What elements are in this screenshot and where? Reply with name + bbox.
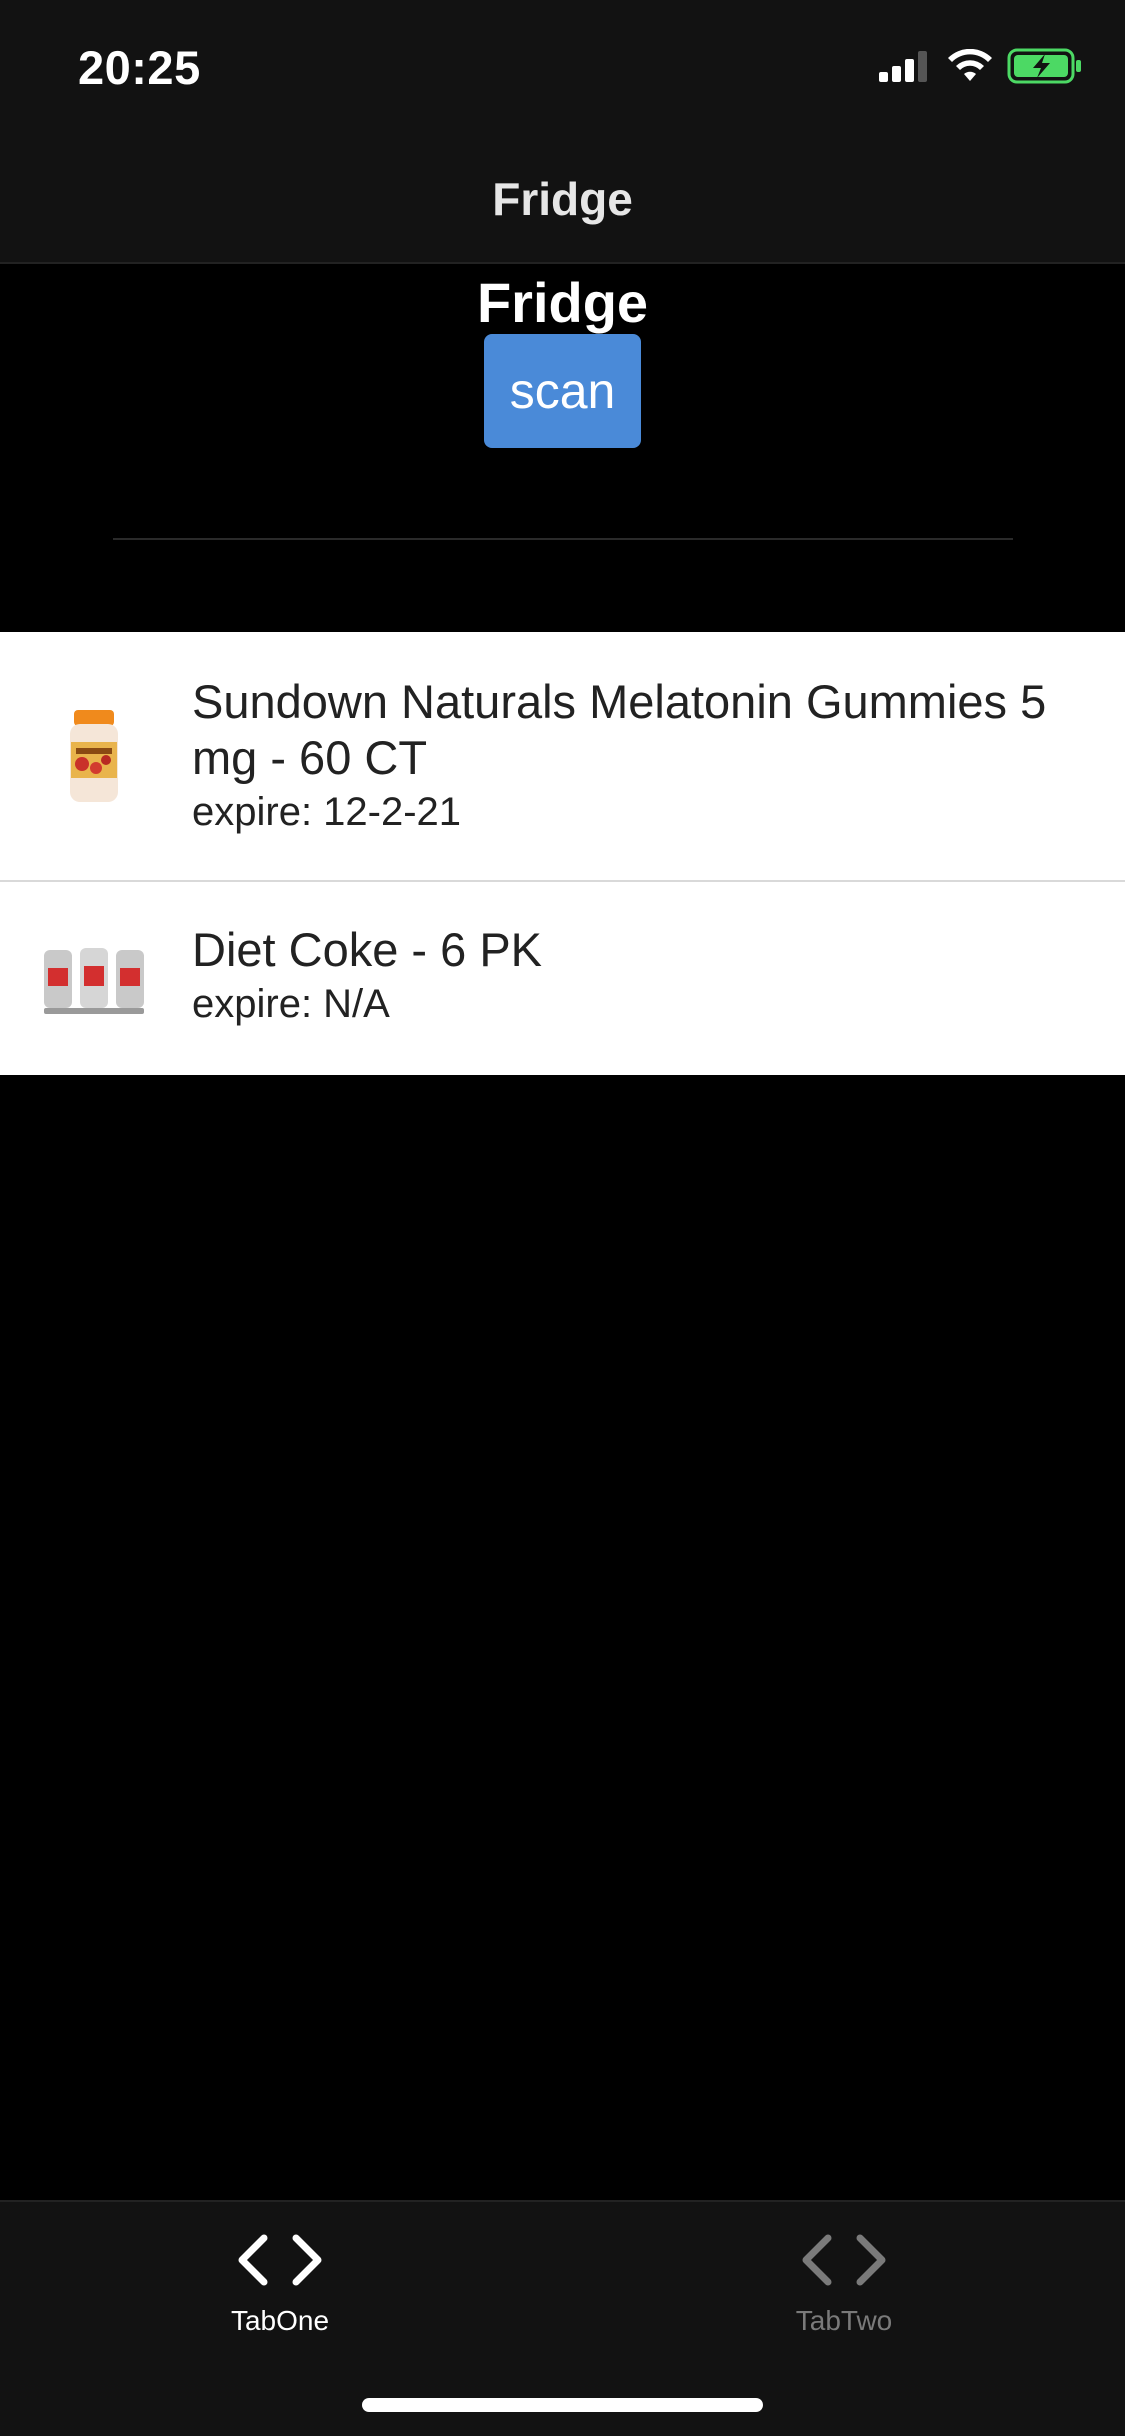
item-expire: expire: 12-2-21: [192, 790, 462, 834]
code-brackets-icon: [234, 2232, 326, 2293]
item-expire: expire: N/A: [192, 982, 390, 1026]
status-bar: 20:25: [0, 0, 1125, 132]
page-title: Fridge: [476, 271, 649, 334]
tab-tabone[interactable]: TabOne: [150, 2232, 410, 2372]
item-name: Diet Coke - 6 PK: [192, 923, 543, 976]
item-text: Sundown Naturals Melatonin Gummies 5 mg …: [192, 674, 1085, 838]
status-time: 20:25: [78, 41, 201, 94]
wifi-icon: [947, 48, 993, 88]
tab-label: TabTwo: [795, 2305, 893, 2336]
home-indicator[interactable]: [362, 2398, 763, 2412]
tab-tabtwo[interactable]: TabTwo: [714, 2232, 974, 2372]
fridge-header: Fridge scan: [0, 264, 1125, 632]
status-icons: [879, 48, 1083, 88]
scan-button[interactable]: scan: [484, 334, 641, 448]
fridge-item-list: Sundown Naturals Melatonin Gummies 5 mg …: [0, 632, 1125, 1075]
tab-label: TabOne: [230, 2305, 330, 2336]
item-name: Sundown Naturals Melatonin Gummies 5 mg …: [192, 675, 1047, 784]
nav-title: Fridge: [492, 173, 633, 225]
item-text: Diet Coke - 6 PK expire: N/A: [192, 922, 1085, 1030]
list-item[interactable]: Sundown Naturals Melatonin Gummies 5 mg …: [0, 632, 1125, 882]
battery-charging-icon: [1007, 48, 1083, 89]
melatonin-gummies-bottle-icon: [40, 702, 148, 810]
navigation-bar: Fridge: [0, 132, 1125, 264]
code-brackets-icon: [798, 2232, 890, 2293]
list-item[interactable]: Diet Coke - 6 PK expire: N/A: [0, 882, 1125, 1075]
divider: [113, 538, 1013, 540]
cellular-signal-icon: [879, 50, 933, 87]
diet-coke-six-pack-icon: [40, 924, 148, 1032]
